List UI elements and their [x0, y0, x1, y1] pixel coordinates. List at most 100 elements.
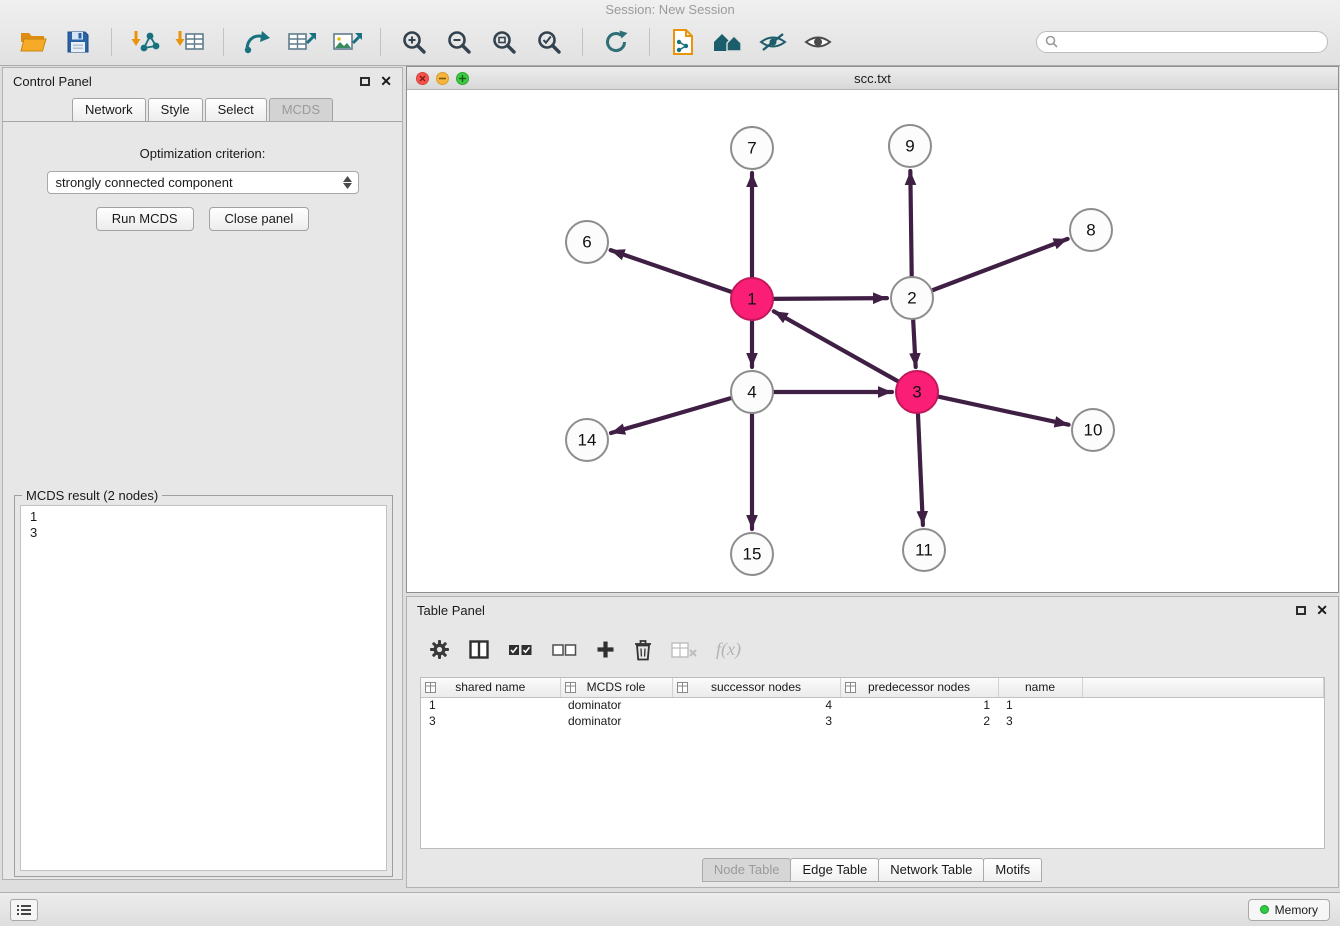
control-panel-tabs: Network Style Select MCDS: [3, 94, 402, 122]
show-columns-button[interactable]: [469, 640, 489, 659]
table-mode-button[interactable]: [429, 639, 450, 660]
cell-shared-name[interactable]: 1: [421, 697, 560, 713]
graph-edge-1-2[interactable]: [770, 298, 887, 299]
graph-node-15[interactable]: 15: [731, 533, 773, 575]
close-table-panel-icon[interactable]: ✕: [1316, 605, 1328, 615]
toolbar-separator: [223, 28, 224, 56]
graph-edge-3-10[interactable]: [935, 396, 1069, 425]
graph-node-14[interactable]: 14: [566, 419, 608, 461]
save-session-button[interactable]: [57, 23, 99, 61]
close-window-icon[interactable]: [416, 72, 429, 85]
toolbar-separator: [649, 28, 650, 56]
memory-button[interactable]: Memory: [1248, 899, 1330, 921]
criterion-dropdown[interactable]: strongly connected component: [47, 171, 359, 194]
tab-style[interactable]: Style: [148, 98, 203, 121]
delete-table-button[interactable]: [671, 641, 697, 659]
cell-successor-nodes[interactable]: 3: [672, 713, 840, 729]
close-panel-icon[interactable]: ✕: [380, 76, 392, 86]
search-box[interactable]: [1036, 31, 1328, 53]
export-image-button[interactable]: [326, 23, 368, 61]
column-header[interactable]: name: [998, 678, 1082, 697]
control-panel-title: Control Panel: [13, 74, 92, 89]
cell-name[interactable]: 1: [998, 697, 1082, 713]
graph-node-10[interactable]: 10: [1072, 409, 1114, 451]
export-network-icon: [243, 29, 271, 55]
graph-node-4[interactable]: 4: [731, 371, 773, 413]
table-row[interactable]: 1 dominator 4 1 1: [421, 697, 1324, 713]
table-panel-title: Table Panel: [417, 603, 485, 618]
tab-select[interactable]: Select: [205, 98, 267, 121]
graph-edge-3-11[interactable]: [918, 410, 923, 525]
tab-node-table[interactable]: Node Table: [702, 858, 792, 882]
create-column-button[interactable]: [596, 640, 615, 659]
cell-predecessor-nodes[interactable]: 2: [840, 713, 998, 729]
graph-edge-2-8[interactable]: [929, 239, 1068, 292]
refresh-button[interactable]: [595, 23, 637, 61]
graph-edge-2-3[interactable]: [913, 316, 916, 367]
table-toolbar: f(x): [407, 623, 1338, 667]
column-header[interactable]: shared name: [421, 678, 560, 697]
graph-edge-1-6[interactable]: [611, 250, 735, 293]
graph-node-11[interactable]: 11: [903, 529, 945, 571]
toggle-graphics-details-button[interactable]: [752, 23, 794, 61]
toolbar-separator: [380, 28, 381, 56]
float-panel-icon[interactable]: [360, 77, 370, 86]
function-builder-button[interactable]: f(x): [716, 639, 741, 660]
select-all-button[interactable]: [508, 642, 533, 658]
main-toolbar: [0, 18, 1340, 65]
graph-node-3[interactable]: 3: [896, 371, 938, 413]
tab-mcds[interactable]: MCDS: [269, 98, 333, 121]
column-header[interactable]: MCDS role: [560, 678, 672, 697]
tab-network-table[interactable]: Network Table: [878, 858, 984, 882]
import-table-button[interactable]: [169, 23, 211, 61]
cell-mcds-role[interactable]: dominator: [560, 697, 672, 713]
maximize-window-icon[interactable]: [456, 72, 469, 85]
zoom-out-button[interactable]: [438, 23, 480, 61]
graph-node-9[interactable]: 9: [889, 125, 931, 167]
export-table-button[interactable]: [281, 23, 323, 61]
tab-edge-table[interactable]: Edge Table: [790, 858, 879, 882]
run-mcds-button[interactable]: Run MCDS: [96, 207, 194, 231]
zoom-selected-button[interactable]: [528, 23, 570, 61]
cell-successor-nodes[interactable]: 4: [672, 697, 840, 713]
graph-edge-4-14[interactable]: [611, 397, 735, 433]
delete-columns-button[interactable]: [634, 639, 652, 661]
zoom-fit-button[interactable]: [483, 23, 525, 61]
import-network-button[interactable]: [124, 23, 166, 61]
mcds-result-list[interactable]: 1 3: [20, 505, 387, 871]
graph-node-8[interactable]: 8: [1070, 209, 1112, 251]
export-network-button[interactable]: [236, 23, 278, 61]
cell-name[interactable]: 3: [998, 713, 1082, 729]
open-session-button[interactable]: [12, 23, 54, 61]
cell-shared-name[interactable]: 3: [421, 713, 560, 729]
network-graph[interactable]: 1 2 3 4 6 7 8 9 10 11 14 15: [407, 90, 1338, 592]
deselect-all-button[interactable]: [552, 642, 577, 658]
float-table-panel-icon[interactable]: [1296, 606, 1306, 615]
cell-mcds-role[interactable]: dominator: [560, 713, 672, 729]
graph-node-6[interactable]: 6: [566, 221, 608, 263]
tab-motifs[interactable]: Motifs: [983, 858, 1042, 882]
optimization-criterion-label: Optimization criterion:: [3, 146, 402, 161]
show-hide-button[interactable]: [797, 23, 839, 61]
gear-icon: [429, 639, 450, 660]
cell-predecessor-nodes[interactable]: 1: [840, 697, 998, 713]
column-header[interactable]: predecessor nodes: [840, 678, 998, 697]
zoom-in-button[interactable]: [393, 23, 435, 61]
graph-node-label: 15: [743, 545, 762, 564]
minimize-window-icon[interactable]: [436, 72, 449, 85]
task-history-button[interactable]: [10, 899, 38, 921]
graph-edge-2-9[interactable]: [910, 171, 911, 280]
search-input[interactable]: [1063, 35, 1319, 49]
table-row[interactable]: 3 dominator 3 2 3: [421, 713, 1324, 729]
welcome-screen-button[interactable]: [707, 23, 749, 61]
graph-node-1[interactable]: 1: [731, 278, 773, 320]
sort-icon: [425, 682, 436, 696]
close-panel-button[interactable]: Close panel: [209, 207, 310, 231]
graph-node-2[interactable]: 2: [891, 277, 933, 319]
graph-edge-3-1[interactable]: [774, 311, 902, 383]
duplicate-network-button[interactable]: [662, 23, 704, 61]
tab-network[interactable]: Network: [72, 98, 146, 121]
zoom-fit-icon: [491, 29, 517, 55]
graph-node-7[interactable]: 7: [731, 127, 773, 169]
column-header[interactable]: successor nodes: [672, 678, 840, 697]
